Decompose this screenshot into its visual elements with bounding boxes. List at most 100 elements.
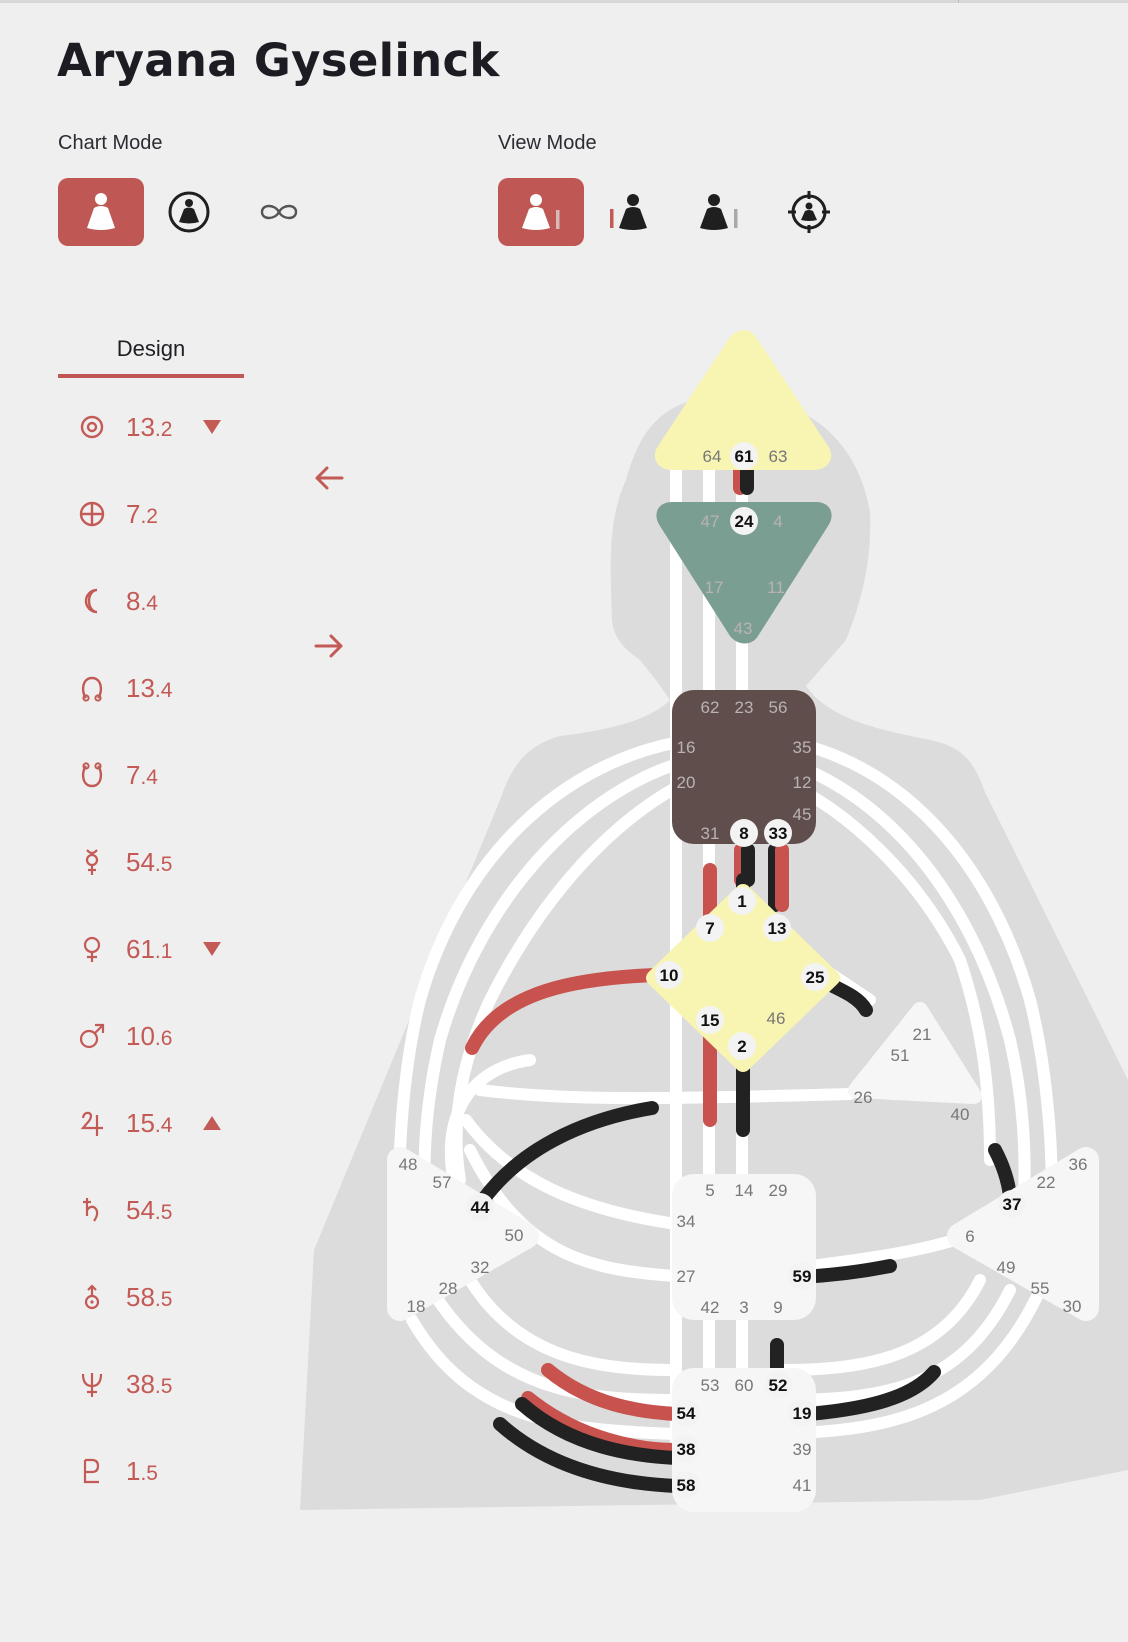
gate-number: 18	[407, 1297, 426, 1316]
gate-number: 53	[701, 1376, 720, 1395]
gate-number: 5	[705, 1181, 714, 1200]
gate-number: 22	[1037, 1173, 1056, 1192]
design-figure-icon	[87, 193, 115, 230]
planet-gate-value: 13.2	[126, 411, 173, 442]
chart-mode-design-button[interactable]	[58, 178, 144, 246]
moon-icon	[78, 587, 106, 615]
gate-number: 60	[735, 1376, 754, 1395]
planet-gate-value: 15.4	[126, 1107, 173, 1138]
chart-mode-circled-button[interactable]	[146, 178, 232, 246]
gate-number: 52	[769, 1376, 788, 1395]
planet-row[interactable]: 10.6	[78, 1016, 172, 1056]
planet-gate-value: 7.4	[126, 759, 158, 790]
gate-number: 56	[769, 698, 788, 717]
person-name: Aryana Gyselinck	[57, 34, 500, 87]
planet-gate-value: 38.5	[126, 1368, 173, 1399]
planet-gate-value: 10.6	[126, 1020, 173, 1051]
gate-number: 63	[769, 447, 788, 466]
planet-row[interactable]: 15.4	[78, 1103, 221, 1143]
gate-number: 24	[735, 512, 754, 531]
view-mode-design-button[interactable]	[586, 178, 672, 246]
gate-number: 55	[1031, 1279, 1050, 1298]
gate-number: 1	[737, 892, 746, 911]
jupiter-icon	[78, 1109, 106, 1137]
planet-gate-value: 54.5	[126, 846, 173, 877]
gate-number: 17	[705, 578, 724, 597]
view-mode-personality-button[interactable]	[676, 178, 762, 246]
gate-number: 27	[677, 1267, 696, 1286]
gate-number: 30	[1063, 1297, 1082, 1316]
uranus-icon	[78, 1283, 106, 1311]
mercury-icon	[78, 848, 106, 876]
north-node-icon	[78, 674, 106, 702]
gate-number: 14	[735, 1181, 754, 1200]
gate-number: 16	[677, 738, 696, 757]
planet-row[interactable]: 8.4	[78, 581, 158, 621]
planet-row[interactable]: 13.2	[78, 407, 221, 447]
tab-design[interactable]: Design	[58, 336, 244, 378]
gate-number: 32	[471, 1258, 490, 1277]
left-bar-figure-icon	[610, 194, 647, 230]
circled-figure-icon	[168, 191, 210, 233]
chart-mode-infinity-button[interactable]	[236, 178, 322, 246]
gate-number: 21	[913, 1025, 932, 1044]
planet-row[interactable]: 58.5	[78, 1277, 172, 1317]
gate-number: 62	[701, 698, 720, 717]
view-mode-full-button[interactable]	[498, 178, 584, 246]
gate-number: 29	[769, 1181, 788, 1200]
planet-row[interactable]: 38.5	[78, 1364, 172, 1404]
view-mode-focus-button[interactable]	[766, 178, 852, 246]
top-border	[0, 0, 1128, 3]
planet-gate-value: 1.5	[126, 1455, 158, 1486]
sun-icon	[78, 413, 106, 441]
gate-number: 42	[701, 1298, 720, 1317]
gate-number: 43	[734, 619, 753, 638]
planet-row[interactable]: 54.5	[78, 842, 172, 882]
gate-number: 39	[793, 1440, 812, 1459]
gate-number: 20	[677, 773, 696, 792]
south-node-icon	[78, 761, 106, 789]
gate-number: 10	[660, 966, 679, 985]
gate-number: 33	[769, 824, 788, 843]
gate-number: 13	[768, 919, 787, 938]
planet-gate-value: 13.4	[126, 672, 173, 703]
planet-row[interactable]: 1.5	[78, 1451, 158, 1491]
gate-number: 2	[737, 1037, 746, 1056]
gate-number: 49	[997, 1258, 1016, 1277]
gate-number: 19	[793, 1404, 812, 1423]
gate-number: 36	[1069, 1155, 1088, 1174]
crosshair-figure-icon	[788, 191, 830, 233]
planet-row[interactable]: 13.4	[78, 668, 172, 708]
gate-number: 6	[965, 1227, 974, 1246]
figure-right-bar-icon	[522, 194, 560, 230]
planet-row[interactable]: 7.4	[78, 755, 158, 795]
gate-number: 41	[793, 1476, 812, 1495]
gate-number: 57	[433, 1173, 452, 1192]
gate-number: 59	[793, 1267, 812, 1286]
planet-row[interactable]: 61.1	[78, 929, 221, 969]
gate-number: 25	[806, 968, 825, 987]
gate-number: 7	[705, 919, 714, 938]
gate-number: 8	[739, 824, 748, 843]
planet-row[interactable]: 54.5	[78, 1190, 172, 1230]
gate-number: 9	[773, 1298, 782, 1317]
gate-number: 47	[701, 512, 720, 531]
gate-number: 50	[505, 1226, 524, 1245]
gate-number: 3	[739, 1298, 748, 1317]
triangle-down-icon	[203, 420, 221, 434]
mars-icon	[78, 1022, 106, 1050]
triangle-down-icon	[203, 942, 221, 956]
gate-number: 46	[767, 1009, 786, 1028]
gate-number: 48	[399, 1155, 418, 1174]
gate-number: 34	[677, 1212, 696, 1231]
gate-number: 28	[439, 1279, 458, 1298]
neptune-icon	[78, 1370, 106, 1398]
chart-mode-label: Chart Mode	[58, 132, 163, 154]
gate-number: 54	[677, 1404, 696, 1423]
gate-number: 40	[951, 1105, 970, 1124]
gate-number: 12	[793, 773, 812, 792]
gate-number: 38	[677, 1440, 696, 1459]
pluto-icon	[78, 1457, 106, 1485]
planet-row[interactable]: 7.2	[78, 494, 158, 534]
planet-gate-value: 54.5	[126, 1194, 173, 1225]
